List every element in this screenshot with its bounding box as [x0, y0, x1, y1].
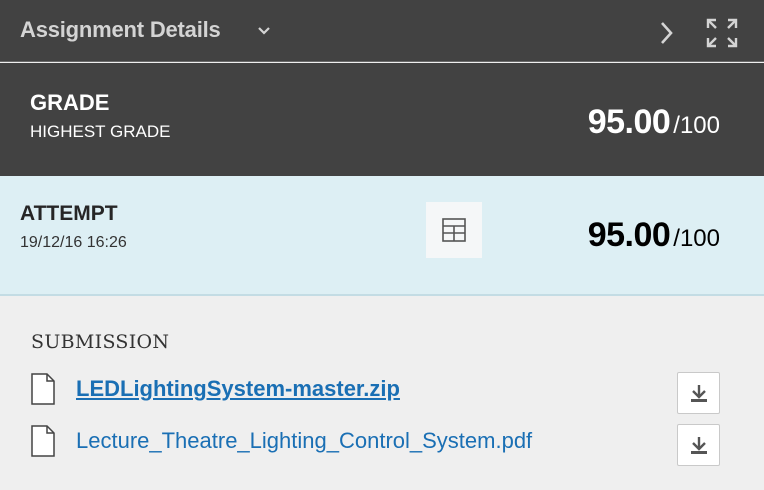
- grade-title: GRADE: [30, 90, 110, 115]
- download-button[interactable]: [677, 372, 720, 414]
- file-link[interactable]: Lecture_Theatre_Lighting_Control_System.…: [76, 428, 532, 454]
- download-button[interactable]: [677, 424, 720, 466]
- chevron-down-icon[interactable]: [256, 24, 272, 36]
- rubric-grid-button[interactable]: [426, 202, 482, 258]
- attempt-panel[interactable]: ATTEMPT 19/12/16 16:26 95.00/100: [0, 176, 764, 296]
- grade-panel: GRADE HIGHEST GRADE 95.00/100: [0, 63, 764, 176]
- attempt-date: 19/12/16 16:26: [20, 234, 127, 251]
- grade-score: 95.00/100: [588, 103, 720, 142]
- file-icon: [31, 425, 55, 457]
- attempt-title: ATTEMPT: [20, 202, 118, 225]
- grid-icon: [442, 218, 466, 242]
- expand-icon[interactable]: [705, 17, 739, 49]
- download-icon: [691, 437, 707, 454]
- panel-header: Assignment Details: [0, 0, 764, 62]
- grade-score-value: 95.00: [587, 103, 671, 141]
- file-row: Lecture_Theatre_Lighting_Control_System.…: [0, 418, 764, 466]
- panel-title[interactable]: Assignment Details: [20, 17, 221, 43]
- grade-score-total: /100: [673, 112, 720, 139]
- attempt-score: 95.00/100: [588, 216, 720, 255]
- submission-heading: SUBMISSION: [31, 331, 170, 353]
- file-icon: [31, 373, 55, 405]
- grade-subtitle: HIGHEST GRADE: [30, 122, 171, 141]
- chevron-right-icon[interactable]: [658, 20, 676, 46]
- submission-section: SUBMISSION LEDLightingSystem-master.zip …: [0, 298, 764, 490]
- file-link[interactable]: LEDLightingSystem-master.zip: [76, 376, 400, 402]
- download-icon: [691, 385, 707, 402]
- attempt-score-value: 95.00: [587, 216, 671, 254]
- file-row: LEDLightingSystem-master.zip: [0, 366, 764, 414]
- attempt-score-total: /100: [673, 225, 720, 252]
